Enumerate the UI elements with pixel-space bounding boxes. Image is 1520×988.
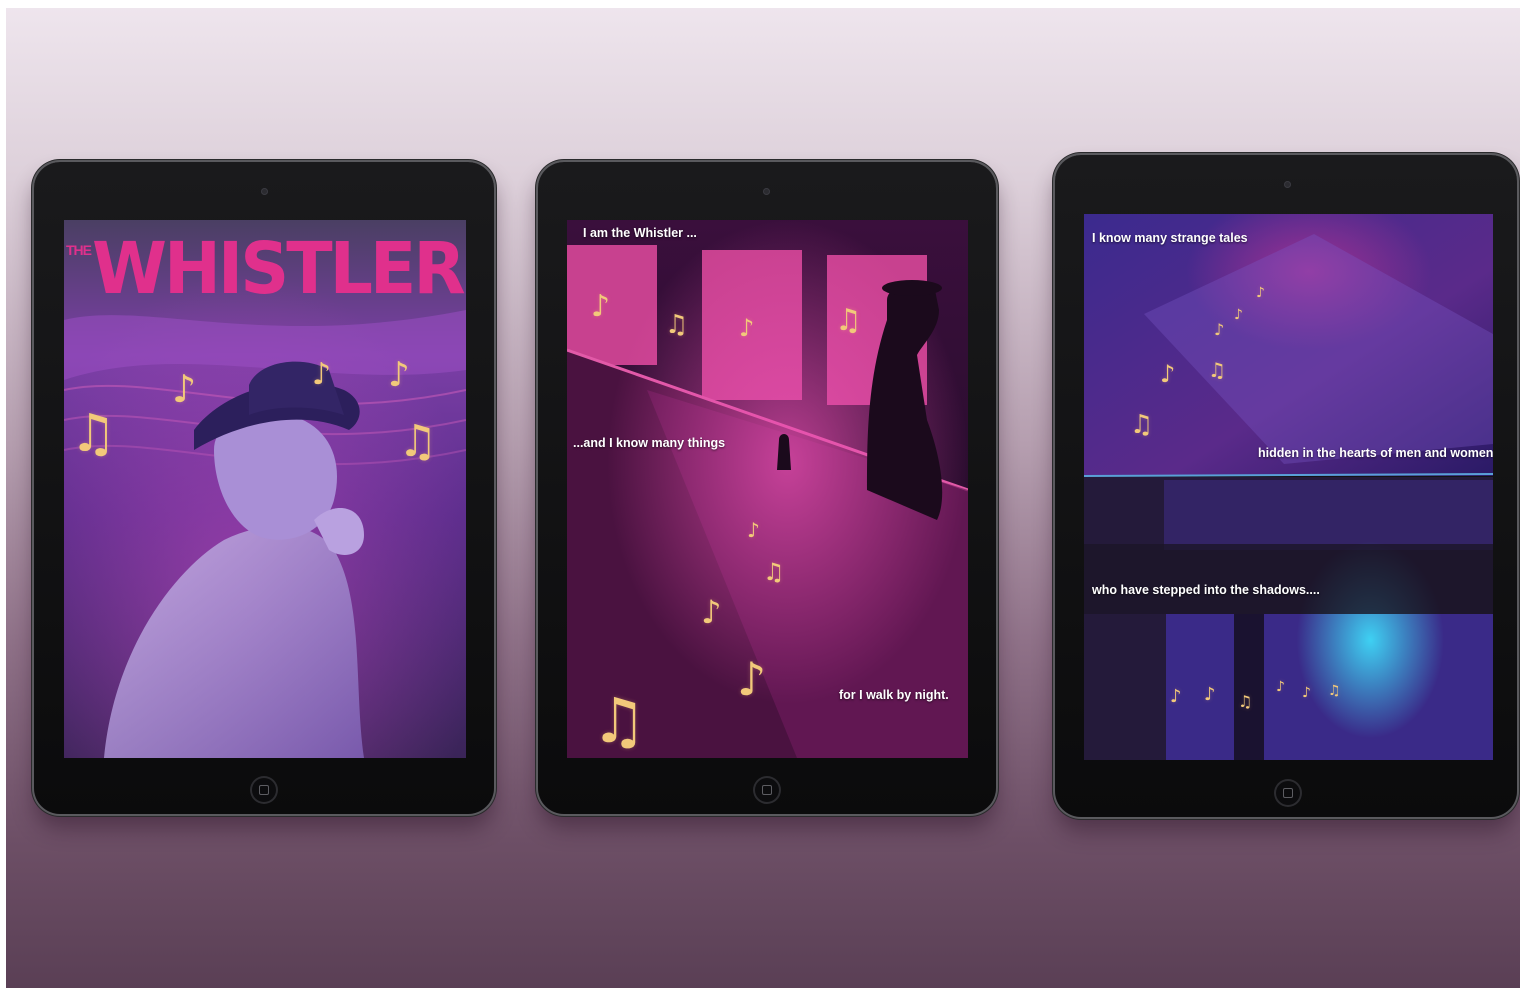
music-note-icon: ♪ [737, 652, 767, 706]
music-notes-icon: ♫ [835, 303, 862, 338]
home-button[interactable] [1274, 779, 1302, 807]
music-note-icon: ♪ [312, 357, 332, 392]
home-button[interactable] [753, 776, 781, 804]
home-button[interactable] [250, 776, 278, 804]
music-note-icon: ♪ [172, 367, 197, 411]
caption: hidden in the hearts of men and women [1258, 446, 1493, 460]
music-note-icon: ♪ [591, 289, 611, 324]
caption: who have stepped into the shadows.... [1092, 583, 1320, 597]
camera [1284, 181, 1291, 188]
music-note-icon: ♪ [1234, 307, 1243, 323]
tablet-page-two: I am the Whistler ... ...and I know many… [538, 162, 996, 814]
cover-title-small: THE [66, 242, 92, 258]
page-two-screen: I am the Whistler ... ...and I know many… [567, 220, 968, 758]
music-note-icon: ♪ [701, 593, 722, 631]
page-top-border [0, 0, 1520, 8]
page-three-screen: I know many strange tales hidden in the … [1084, 214, 1493, 760]
music-notes-icon: ♫ [1208, 358, 1226, 382]
music-note-icon: ♪ [1214, 320, 1225, 339]
music-note-icon: ♪ [388, 355, 410, 395]
camera [763, 188, 770, 195]
page-three-art [1084, 214, 1493, 760]
caption: ...and I know many things [573, 436, 726, 450]
tablet-cover: THE WHISTLER ♪ ♪ ♪ ♫ ♫ [34, 162, 494, 814]
camera [261, 188, 268, 195]
music-note-icon: ♪ [747, 518, 760, 542]
music-note-icon: ♪ [1204, 684, 1216, 705]
caption: for I walk by night. [839, 688, 949, 702]
music-notes-icon: ♫ [70, 404, 117, 464]
music-notes-icon: ♫ [1130, 410, 1154, 440]
caption: I am the Whistler ... [583, 226, 697, 240]
music-notes-icon: ♫ [763, 558, 785, 586]
page-left-border [0, 0, 6, 988]
music-note-icon: ♪ [739, 314, 755, 342]
music-note-icon: ♪ [1256, 285, 1265, 301]
music-notes-icon: ♫ [1328, 683, 1341, 699]
music-note-icon: ♪ [1302, 685, 1311, 701]
music-notes-icon: ♫ [1238, 692, 1253, 711]
caption: I know many strange tales [1092, 231, 1248, 245]
music-notes-icon: ♫ [398, 416, 438, 467]
cover-screen: THE WHISTLER ♪ ♪ ♪ ♫ ♫ [64, 220, 466, 758]
music-notes-icon: ♫ [665, 310, 689, 340]
music-note-icon: ♪ [1160, 360, 1176, 388]
page-two-art [567, 220, 968, 758]
music-note-icon: ♪ [1170, 686, 1182, 707]
music-notes-icon: ♫ [591, 684, 647, 757]
music-note-icon: ♪ [1276, 679, 1285, 695]
tablet-page-three: I know many strange tales hidden in the … [1055, 155, 1517, 817]
cover-title: WHISTLER [92, 228, 466, 311]
